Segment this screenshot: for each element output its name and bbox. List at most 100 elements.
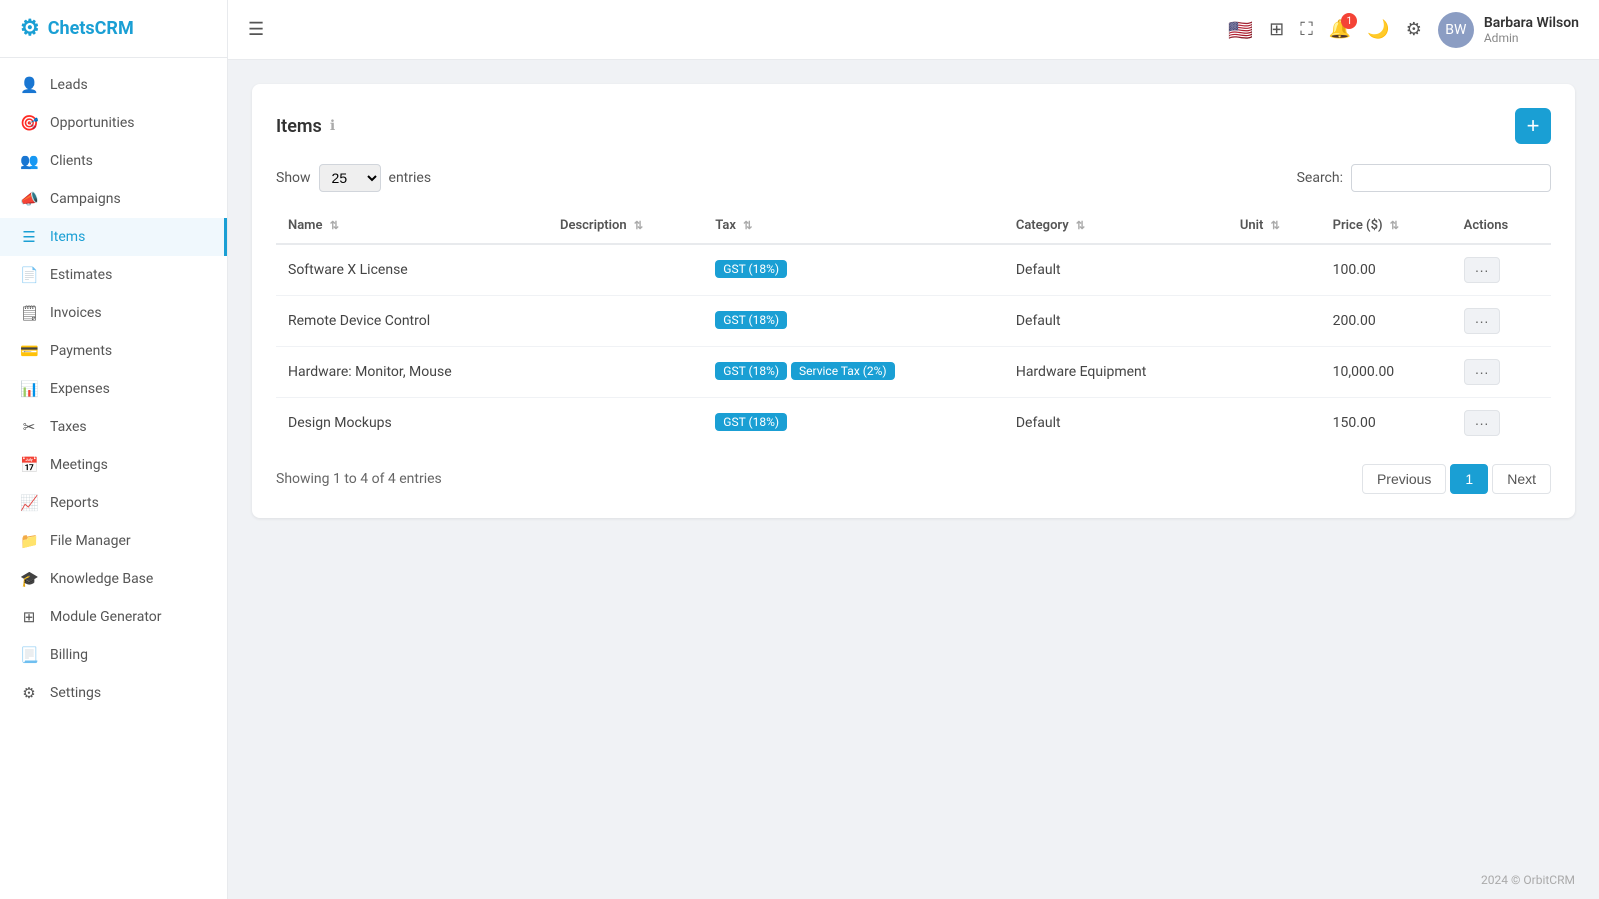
leads-label: Leads (50, 77, 88, 93)
settings-icon[interactable]: ⚙ (1406, 19, 1422, 40)
cell-name: Software X License (276, 244, 548, 296)
sidebar-item-file-manager[interactable]: 📁 File Manager (0, 522, 227, 560)
cell-tax: GST (18%) (703, 296, 1004, 347)
user-avatar: BW (1438, 12, 1474, 48)
cell-category: Default (1004, 244, 1228, 296)
search-input[interactable] (1351, 164, 1551, 192)
tax-badge: GST (18%) (715, 311, 787, 329)
table-row: Software X LicenseGST (18%)Default100.00… (276, 244, 1551, 296)
invoices-icon: 🗒 (20, 304, 38, 322)
col-price[interactable]: Price ($) ⇅ (1321, 208, 1452, 244)
table-body: Software X LicenseGST (18%)Default100.00… (276, 244, 1551, 448)
sidebar-item-campaigns[interactable]: 📣 Campaigns (0, 180, 227, 218)
col-description[interactable]: Description ⇅ (548, 208, 703, 244)
add-item-button[interactable]: + (1515, 108, 1551, 144)
taxes-icon: ✂ (20, 418, 38, 436)
leads-icon: 👤 (20, 76, 38, 94)
sidebar-item-clients[interactable]: 👥 Clients (0, 142, 227, 180)
sidebar-item-billing[interactable]: 📃 Billing (0, 636, 227, 674)
sidebar-item-invoices[interactable]: 🗒 Invoices (0, 294, 227, 332)
cell-unit (1228, 244, 1321, 296)
sidebar-nav: 👤 Leads 🎯 Opportunities 👥 Clients 📣 Camp… (0, 58, 227, 899)
settings-icon: ⚙ (20, 684, 38, 702)
page-1-button[interactable]: 1 (1450, 464, 1488, 494)
meetings-icon: 📅 (20, 456, 38, 474)
campaigns-icon: 📣 (20, 190, 38, 208)
previous-button[interactable]: Previous (1362, 464, 1446, 494)
user-info: Barbara Wilson Admin (1484, 15, 1579, 45)
sidebar-item-payments[interactable]: 💳 Payments (0, 332, 227, 370)
fullscreen-icon[interactable]: ⛶ (1300, 19, 1313, 40)
page-title-area: Items ℹ (276, 116, 335, 137)
tax-badge: GST (18%) (715, 260, 787, 278)
header: ☰ 🇺🇸 ⊞ ⛶ 🔔 1 🌙 ⚙ BW Barbara Wilson Admin (228, 0, 1599, 60)
sidebar-item-settings[interactable]: ⚙ Settings (0, 674, 227, 712)
cell-description (548, 296, 703, 347)
settings-label: Settings (50, 685, 101, 701)
clients-icon: 👥 (20, 152, 38, 170)
reports-icon: 📈 (20, 494, 38, 512)
sidebar-item-module-generator[interactable]: ⊞ Module Generator (0, 598, 227, 636)
reports-label: Reports (50, 495, 99, 511)
cell-unit (1228, 296, 1321, 347)
notifications-icon[interactable]: 🔔 1 (1329, 19, 1351, 40)
sidebar-item-opportunities[interactable]: 🎯 Opportunities (0, 104, 227, 142)
sidebar-item-expenses[interactable]: 📊 Expenses (0, 370, 227, 408)
cell-actions: ··· (1452, 244, 1551, 296)
action-menu-button[interactable]: ··· (1464, 359, 1500, 385)
sidebar-item-knowledge-base[interactable]: 🎓 Knowledge Base (0, 560, 227, 598)
cell-description (548, 244, 703, 296)
col-actions: Actions (1452, 208, 1551, 244)
footer-text: 2024 © OrbitCRM (1481, 873, 1575, 887)
logo-text: ChetsCRM (48, 18, 134, 39)
campaigns-label: Campaigns (50, 191, 121, 207)
logo-icon: ⚙ (20, 16, 40, 41)
clients-label: Clients (50, 153, 93, 169)
action-menu-button[interactable]: ··· (1464, 410, 1500, 436)
sidebar-item-items[interactable]: ☰ Items (0, 218, 227, 256)
sidebar-item-meetings[interactable]: 📅 Meetings (0, 446, 227, 484)
flag-icon[interactable]: 🇺🇸 (1228, 18, 1253, 42)
logo-area[interactable]: ⚙ ChetsCRM (0, 0, 227, 58)
payments-label: Payments (50, 343, 112, 359)
notification-badge: 1 (1341, 13, 1357, 29)
col-name[interactable]: Name ⇅ (276, 208, 548, 244)
cell-name: Remote Device Control (276, 296, 548, 347)
cell-description (548, 398, 703, 449)
user-profile[interactable]: BW Barbara Wilson Admin (1438, 12, 1579, 48)
cell-category: Hardware Equipment (1004, 347, 1228, 398)
menu-icon[interactable]: ☰ (248, 19, 264, 40)
user-name: Barbara Wilson (1484, 15, 1579, 31)
sidebar: ⚙ ChetsCRM 👤 Leads 🎯 Opportunities 👥 Cli… (0, 0, 228, 899)
main-wrapper: ☰ 🇺🇸 ⊞ ⛶ 🔔 1 🌙 ⚙ BW Barbara Wilson Admin (228, 0, 1599, 899)
expenses-icon: 📊 (20, 380, 38, 398)
show-entries: Show 102550100 entries (276, 164, 431, 192)
entries-suffix: entries (389, 170, 432, 186)
sidebar-item-reports[interactable]: 📈 Reports (0, 484, 227, 522)
action-menu-button[interactable]: ··· (1464, 257, 1500, 283)
action-menu-button[interactable]: ··· (1464, 308, 1500, 334)
sidebar-item-estimates[interactable]: 📄 Estimates (0, 256, 227, 294)
opportunities-label: Opportunities (50, 115, 135, 131)
entries-select[interactable]: 102550100 (319, 164, 381, 192)
cell-price: 10,000.00 (1321, 347, 1452, 398)
cell-actions: ··· (1452, 347, 1551, 398)
items-icon: ☰ (20, 228, 38, 246)
page-card: Items ℹ + Show 102550100 entries Search: (252, 84, 1575, 518)
theme-icon[interactable]: 🌙 (1367, 19, 1389, 40)
col-category[interactable]: Category ⇅ (1004, 208, 1228, 244)
next-button[interactable]: Next (1492, 464, 1551, 494)
estimates-icon: 📄 (20, 266, 38, 284)
user-role: Admin (1484, 31, 1579, 45)
grid-icon[interactable]: ⊞ (1269, 19, 1284, 40)
col-tax[interactable]: Tax ⇅ (703, 208, 1004, 244)
col-unit[interactable]: Unit ⇅ (1228, 208, 1321, 244)
page-title-info-icon[interactable]: ℹ (330, 118, 335, 134)
cell-unit (1228, 398, 1321, 449)
sidebar-item-leads[interactable]: 👤 Leads (0, 66, 227, 104)
meetings-label: Meetings (50, 457, 108, 473)
estimates-label: Estimates (50, 267, 112, 283)
search-area: Search: (1297, 164, 1551, 192)
sidebar-item-taxes[interactable]: ✂ Taxes (0, 408, 227, 446)
billing-label: Billing (50, 647, 88, 663)
